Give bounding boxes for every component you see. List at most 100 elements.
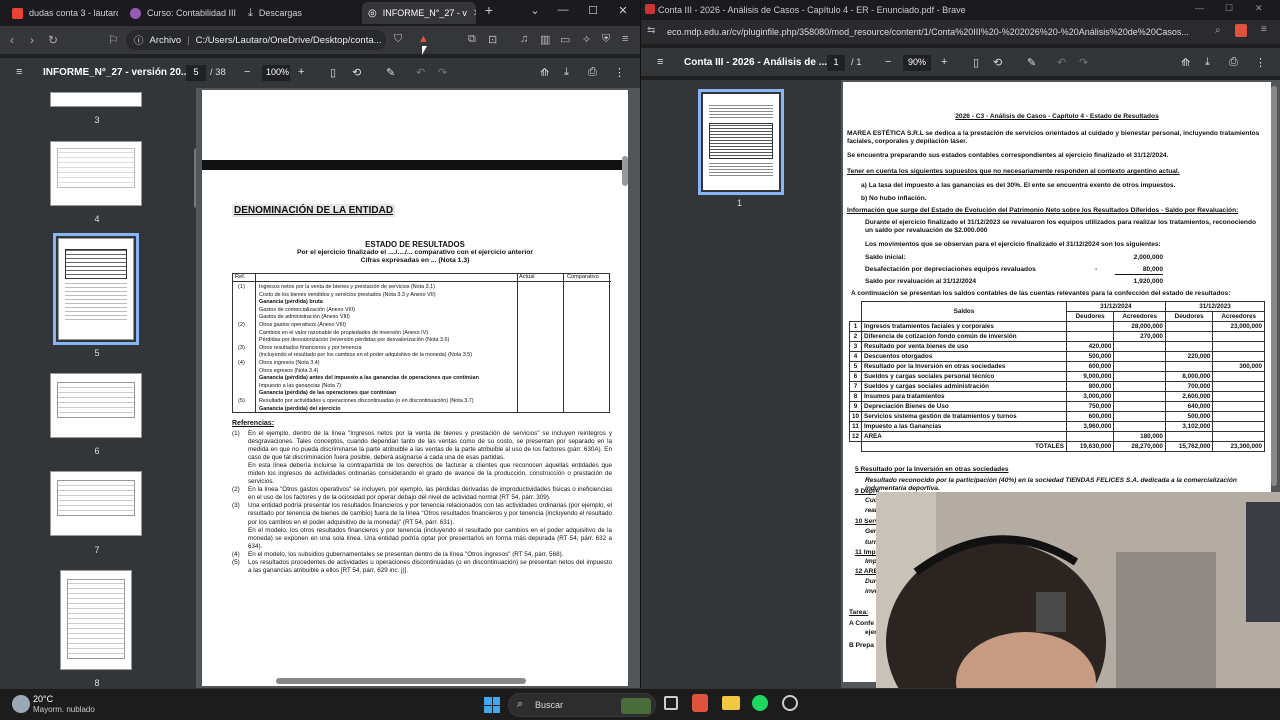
forward-icon[interactable]: › bbox=[30, 33, 34, 47]
undo-icon[interactable]: ↶ bbox=[1057, 56, 1066, 69]
download-pdf-icon[interactable]: ⤓ bbox=[1205, 56, 1210, 69]
tab-descargas[interactable]: ⤓ Descargas bbox=[242, 2, 354, 24]
vpn-icon[interactable]: ⛨ bbox=[602, 33, 610, 46]
page-thumbnail[interactable] bbox=[50, 373, 142, 438]
download-pdf-icon[interactable]: ⤓ bbox=[564, 66, 569, 79]
save-annotations-icon[interactable]: ⟰ bbox=[540, 66, 549, 79]
table-row: 6 Sueldos y cargas sociales personal técn… bbox=[848, 371, 1265, 382]
zoom-in-icon[interactable]: + bbox=[298, 66, 304, 78]
back-icon[interactable]: ‹ bbox=[10, 33, 14, 47]
zoom-in-icon[interactable]: + bbox=[941, 56, 947, 68]
media-icon[interactable]: ♫ bbox=[520, 33, 528, 45]
tab-list-icon[interactable]: ⌄ bbox=[524, 4, 546, 17]
brave-shield-icon[interactable]: ⛉ bbox=[394, 33, 402, 46]
page-thumbnail[interactable] bbox=[50, 471, 142, 536]
table-row: Impuesto a las ganancias (Nota 7) bbox=[259, 382, 342, 389]
bookmark-icon[interactable]: ⚐ bbox=[108, 33, 119, 47]
save-annotations-icon[interactable]: ⟰ bbox=[1181, 56, 1190, 69]
redo-icon[interactable]: ↷ bbox=[438, 66, 447, 79]
page-thumbnail-selected[interactable] bbox=[53, 233, 139, 345]
more-options-icon[interactable]: ⋮ bbox=[614, 66, 625, 79]
spotify-icon[interactable] bbox=[752, 695, 768, 711]
page-scrollbar[interactable] bbox=[1271, 86, 1277, 486]
site-info-icon[interactable]: ⇆ bbox=[647, 25, 655, 36]
close-window-icon[interactable]: ✕ bbox=[612, 4, 634, 17]
file-explorer-icon[interactable] bbox=[722, 696, 740, 710]
print-icon[interactable]: ⎙ bbox=[1229, 56, 1238, 69]
fit-page-icon[interactable]: ▯ bbox=[330, 66, 336, 79]
zoom-out-icon[interactable]: − bbox=[244, 66, 250, 78]
horizontal-scrollbar[interactable] bbox=[276, 678, 526, 684]
weather-temp[interactable]: 20°C bbox=[33, 694, 53, 704]
page-thumbnail[interactable] bbox=[60, 570, 132, 670]
webcam-overlay bbox=[876, 492, 1280, 720]
task-view-icon[interactable] bbox=[664, 696, 678, 710]
reference-number: (2) bbox=[232, 486, 240, 494]
tab-curso[interactable]: Curso: Contabilidad III | bbox=[124, 2, 236, 24]
zoom-out-icon[interactable]: − bbox=[885, 56, 891, 68]
gmail-icon bbox=[12, 7, 23, 19]
more-options-icon[interactable]: ⋮ bbox=[1255, 56, 1266, 69]
assumption-a: a) La tasa del impuesto a las ganancias … bbox=[861, 182, 1176, 189]
thumbnail-page-number: 4 bbox=[94, 214, 100, 224]
pdf-viewport[interactable]: DENOMINACIÓN DE LA ENTIDAD ESTADO DE RES… bbox=[196, 88, 640, 688]
sidebar-icon[interactable]: ▥ bbox=[540, 33, 550, 46]
maximize-icon[interactable]: ☐ bbox=[1225, 3, 1233, 14]
url-text[interactable]: eco.mdp.edu.ar/cv/pluginfile.php/358080/… bbox=[667, 27, 1207, 37]
page-number-input[interactable]: 5 bbox=[186, 65, 206, 81]
page-thumbnail-selected[interactable] bbox=[698, 89, 784, 195]
references-list: (1) En el ejemplo, dentro de la línea "In… bbox=[232, 430, 612, 575]
annotate-icon[interactable]: ✎ bbox=[1027, 56, 1036, 69]
reference-text: En el modelo, los otros resultados finan… bbox=[248, 526, 612, 550]
pdf-menu-icon[interactable]: ≡ bbox=[16, 66, 22, 78]
page-number-input[interactable]: 1 bbox=[827, 55, 845, 71]
extensions-icon[interactable]: ⧉ bbox=[468, 33, 476, 46]
reference-item: (4) En el modelo, los subsidios gubername… bbox=[232, 551, 612, 559]
table-row: 12 AREA 180,000 bbox=[848, 431, 1265, 442]
brave-rewards-icon[interactable]: ▲ bbox=[418, 33, 429, 45]
app-icon[interactable] bbox=[782, 695, 798, 711]
col-period: 31/12/2024 bbox=[1065, 301, 1166, 312]
brave-shield-icon[interactable] bbox=[1235, 24, 1247, 37]
zoom-input[interactable]: 100% bbox=[262, 65, 290, 81]
page-thumbnail[interactable] bbox=[50, 141, 142, 206]
rotate-icon[interactable]: ⟲ bbox=[352, 66, 361, 79]
start-icon[interactable] bbox=[484, 697, 500, 713]
close-window-icon[interactable]: ✕ bbox=[1255, 3, 1263, 14]
brave-taskbar-icon[interactable] bbox=[692, 694, 708, 712]
zoom-input[interactable]: 90% bbox=[903, 55, 931, 71]
tab-gmail[interactable]: dudas conta 3 - lautaro bbox=[6, 2, 118, 24]
statement-heading: ESTADO DE RESULTADOS bbox=[365, 240, 465, 249]
pdf-menu-icon[interactable]: ≡ bbox=[657, 56, 663, 68]
taskbar-search[interactable]: ⌕ Buscar bbox=[508, 693, 656, 717]
page-thumbnail[interactable] bbox=[50, 92, 142, 107]
fit-page-icon[interactable]: ▯ bbox=[973, 56, 979, 69]
weather-icon[interactable] bbox=[12, 695, 30, 713]
maximize-icon[interactable]: ☐ bbox=[582, 4, 604, 17]
undo-icon[interactable]: ↶ bbox=[416, 66, 425, 79]
minimize-icon[interactable]: — bbox=[1195, 3, 1204, 13]
annotate-icon[interactable]: ✎ bbox=[386, 66, 395, 79]
print-icon[interactable]: ⎙ bbox=[588, 66, 597, 79]
webcam-image bbox=[876, 492, 1280, 720]
reload-icon[interactable]: ↻ bbox=[48, 33, 58, 47]
screenshot-icon[interactable]: ⊡ bbox=[488, 33, 497, 46]
menu-icon[interactable]: ≡ bbox=[622, 33, 628, 45]
new-tab-icon[interactable]: + bbox=[478, 2, 500, 18]
weather-desc[interactable]: Mayorm. nublado bbox=[33, 705, 95, 714]
rotate-icon[interactable]: ⟲ bbox=[993, 56, 1002, 69]
leo-icon[interactable]: ✧ bbox=[582, 33, 591, 46]
page-scrollbar[interactable] bbox=[622, 156, 628, 186]
url-bar[interactable]: ⓘ Archivo | C:/Users/Lautaro/OneDrive/De… bbox=[126, 30, 386, 50]
menu-icon[interactable]: ≡ bbox=[1261, 24, 1267, 35]
wallet-icon[interactable]: ▭ bbox=[560, 33, 570, 46]
redo-icon[interactable]: ↷ bbox=[1079, 56, 1088, 69]
page-total: / 1 bbox=[851, 57, 862, 68]
close-tab-icon[interactable]: ✕ bbox=[473, 8, 476, 19]
zoom-search-icon[interactable]: ⌕ bbox=[1215, 25, 1221, 36]
totals-row: TOTALES 19,630,000 28,270,000 15,762,000 23,… bbox=[850, 441, 1265, 452]
col-sub: Deudores bbox=[1065, 311, 1115, 322]
separator: | bbox=[187, 34, 190, 46]
minimize-icon[interactable]: — bbox=[552, 4, 574, 16]
tab-informe[interactable]: ◎ INFORME_N°_27 - v ✕ bbox=[362, 2, 476, 24]
